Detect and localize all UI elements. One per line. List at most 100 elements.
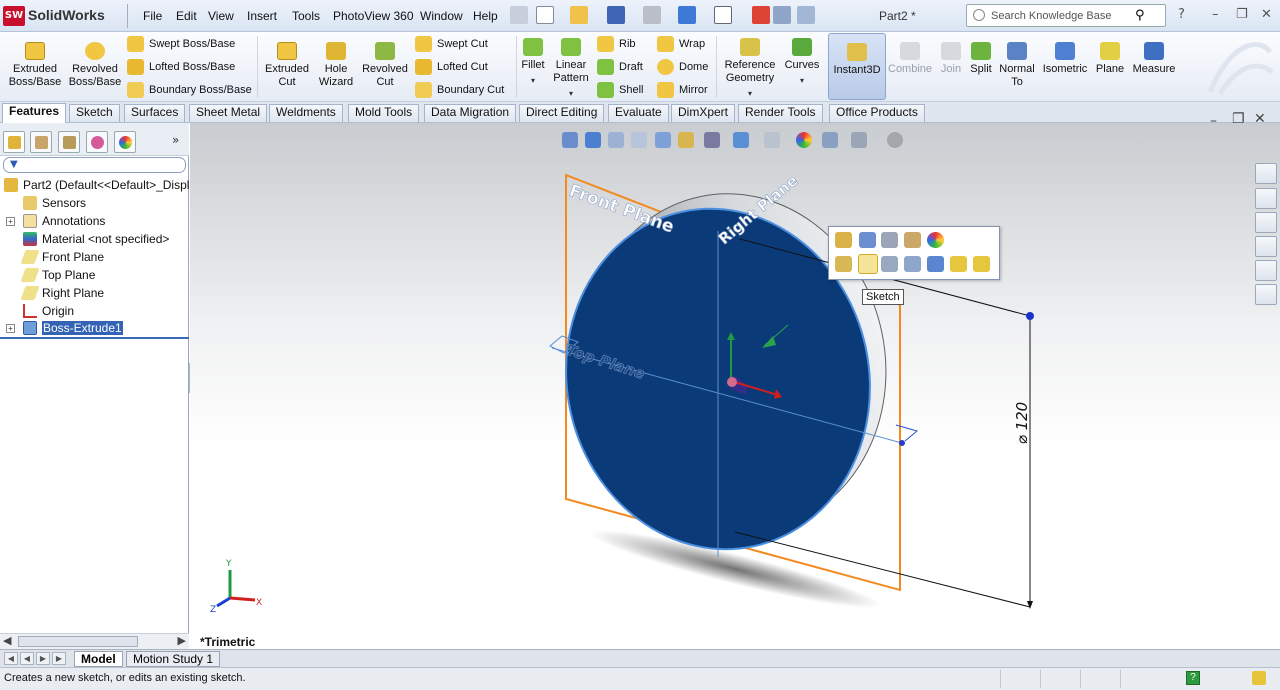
quick-tips-icon[interactable]: ? [1186, 671, 1200, 685]
boundary-cut-button[interactable]: Boundary Cut [415, 82, 504, 98]
undo-icon[interactable] [678, 6, 696, 24]
rollback-icon[interactable] [881, 232, 898, 248]
select-icon[interactable] [714, 6, 732, 24]
featuremanager-tab[interactable] [3, 131, 25, 153]
minimize-icon[interactable]: – [1212, 7, 1219, 22]
tree-item-boss-extrude1[interactable]: + Boss-Extrude1 [0, 319, 189, 337]
plane-shaded-icon[interactable] [950, 256, 967, 272]
tab-sketch[interactable]: Sketch [69, 104, 120, 122]
tree-item-right-plane[interactable]: Right Plane [0, 284, 189, 302]
last-tab-icon[interactable]: ▶ [52, 652, 66, 665]
extruded-cut-button[interactable]: Extruded Cut [261, 42, 313, 89]
boundary-boss-button[interactable]: Boundary Boss/Base [127, 82, 252, 98]
selection-icon[interactable] [835, 256, 852, 272]
expand-icon[interactable]: + [6, 324, 15, 333]
design-library-tab[interactable] [1255, 188, 1277, 209]
isometric-button[interactable]: Isometric [1040, 42, 1090, 76]
plane-button[interactable]: Plane [1093, 42, 1127, 76]
more-tabs-icon[interactable]: » [172, 133, 179, 147]
extruded-boss-button[interactable]: Extruded Boss/Base [6, 42, 64, 89]
custom-properties-tab[interactable] [1255, 284, 1277, 305]
tab-surfaces[interactable]: Surfaces [124, 104, 186, 122]
tree-item-front-plane[interactable]: Front Plane [0, 248, 189, 266]
reference-geometry-button[interactable]: Reference Geometry ▾ [720, 38, 780, 100]
tree-item-origin[interactable]: Origin [0, 302, 189, 320]
tab-render-tools[interactable]: Render Tools [738, 104, 823, 122]
swept-cut-button[interactable]: Swept Cut [415, 36, 488, 52]
split-button[interactable]: Split [966, 42, 996, 76]
file-properties-icon[interactable] [773, 6, 791, 24]
dome-button[interactable]: Dome [657, 59, 708, 75]
menu-view[interactable]: View [208, 9, 234, 23]
appearance-icon[interactable] [927, 232, 944, 248]
edit-sketch-icon[interactable] [859, 232, 876, 248]
search-knowledge-base[interactable]: Search Knowledge Base ⚲ [966, 4, 1166, 27]
tab-motion-study-1[interactable]: Motion Study 1 [126, 651, 221, 667]
menu-help[interactable]: Help [473, 9, 498, 23]
mirror-button[interactable]: Mirror [657, 82, 708, 98]
pattern-dropdown-icon[interactable]: ▾ [550, 87, 592, 100]
linear-pattern-button[interactable]: Linear Pattern ▾ [550, 38, 592, 100]
next-tab-icon[interactable]: ▶ [36, 652, 50, 665]
draft-button[interactable]: Draft [597, 59, 643, 75]
tab-mold-tools[interactable]: Mold Tools [348, 104, 420, 122]
configurationmanager-tab[interactable] [58, 131, 80, 153]
solidworks-resources-tab[interactable] [1255, 163, 1277, 184]
dimension-arrow-top[interactable] [1026, 312, 1034, 320]
close-icon[interactable]: ✕ [1261, 7, 1272, 22]
normal-to-icon[interactable] [927, 256, 944, 272]
hide-icon[interactable] [881, 256, 898, 272]
open-icon[interactable] [570, 6, 588, 24]
tree-item-part[interactable]: Part2 (Default<<Default>_Displa [0, 176, 196, 194]
tab-model[interactable]: Model [74, 651, 123, 667]
file-explorer-tab[interactable] [1255, 212, 1277, 233]
tree-item-annotations[interactable]: + Annotations [0, 212, 189, 230]
tab-sheet-metal[interactable]: Sheet Metal [189, 104, 268, 122]
rebuild-icon[interactable] [752, 6, 770, 24]
hole-wizard-button[interactable]: Hole Wizard [314, 42, 358, 89]
displaymanager-tab[interactable] [114, 131, 136, 153]
reference-dropdown-icon[interactable]: ▾ [720, 87, 780, 100]
lofted-cut-button[interactable]: Lofted Cut [415, 59, 488, 75]
menu-tools[interactable]: Tools [292, 9, 320, 23]
menu-file[interactable]: File [143, 9, 162, 23]
tab-office-products[interactable]: Office Products [829, 104, 925, 122]
propertymanager-tab[interactable] [30, 131, 52, 153]
wrap-button[interactable]: Wrap [657, 36, 705, 52]
rib-button[interactable]: Rib [597, 36, 636, 52]
dimension-handle-point[interactable] [899, 440, 905, 446]
restore-icon[interactable]: ❐ [1236, 7, 1248, 22]
fillet-dropdown-icon[interactable]: ▾ [518, 74, 548, 87]
scroll-left-icon[interactable]: ◀ [3, 634, 11, 647]
rebuild-status-icon[interactable] [1252, 671, 1266, 685]
revolved-boss-button[interactable]: Revolved Boss/Base [66, 42, 124, 89]
scroll-thumb[interactable] [18, 636, 138, 647]
tree-item-material[interactable]: Material <not specified> [0, 230, 189, 248]
new-document-icon[interactable] [536, 6, 554, 24]
menu-window[interactable]: Window [420, 9, 463, 23]
curves-dropdown-icon[interactable]: ▾ [782, 74, 822, 87]
zoom-to-selection-icon[interactable] [904, 256, 921, 272]
save-icon[interactable] [607, 6, 625, 24]
menu-edit[interactable]: Edit [176, 9, 197, 23]
expand-icon[interactable]: + [6, 217, 15, 226]
instant3d-toggle[interactable]: Instant3D [828, 33, 886, 100]
print-icon[interactable] [643, 6, 661, 24]
normal-to-button[interactable]: Normal To [998, 42, 1036, 89]
tab-dimxpert[interactable]: DimXpert [671, 104, 736, 122]
tree-item-sensors[interactable]: Sensors [0, 194, 189, 212]
shell-button[interactable]: Shell [597, 82, 643, 98]
tree-horizontal-scrollbar[interactable]: ◀ ▶ [0, 633, 189, 649]
parent-child-icon[interactable] [904, 232, 921, 248]
help-icon[interactable]: ? [1178, 7, 1185, 22]
tab-direct-editing[interactable]: Direct Editing [519, 104, 605, 122]
fillet-button[interactable]: Fillet ▾ [518, 38, 548, 87]
revolved-cut-button[interactable]: Revolved Cut [359, 42, 411, 89]
plane-display-icon[interactable] [973, 256, 990, 272]
view-palette-tab[interactable] [1255, 236, 1277, 257]
tab-weldments[interactable]: Weldments [269, 104, 343, 122]
measure-button[interactable]: Measure [1130, 42, 1178, 76]
sketch-icon[interactable] [858, 254, 878, 274]
scroll-right-icon[interactable]: ▶ [178, 634, 186, 647]
swept-boss-button[interactable]: Swept Boss/Base [127, 36, 235, 52]
